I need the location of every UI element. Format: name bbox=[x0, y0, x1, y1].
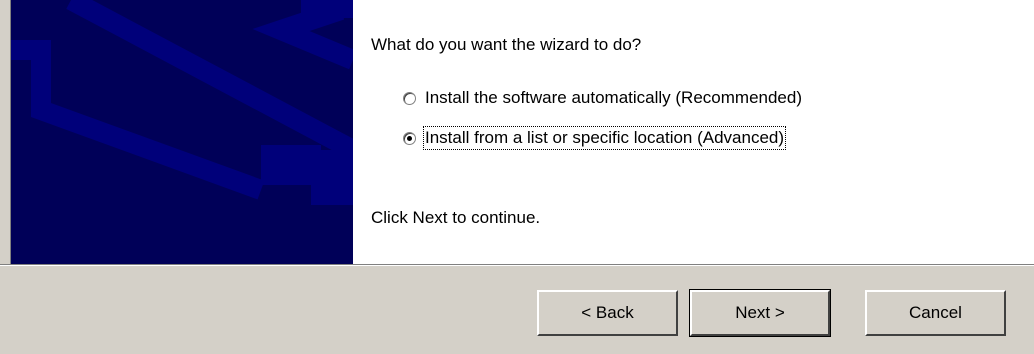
question-text: What do you want the wizard to do? bbox=[371, 35, 642, 54]
radio-button-advanced[interactable] bbox=[403, 131, 416, 145]
hint-text: Click Next to continue. bbox=[371, 208, 541, 227]
radio-label-advanced[interactable]: Install from a list or specific location… bbox=[422, 126, 787, 150]
cancel-button[interactable]: Cancel bbox=[865, 290, 1006, 336]
radio-option-advanced[interactable]: Install from a list or specific location… bbox=[403, 126, 787, 150]
button-area-separator bbox=[0, 264, 1034, 266]
wizard-banner-image bbox=[11, 0, 353, 264]
wizard-content-panel: What do you want the wizard to do? Insta… bbox=[353, 0, 1034, 264]
radio-label-auto[interactable]: Install the software automatically (Reco… bbox=[425, 88, 802, 108]
next-button[interactable]: Next > bbox=[689, 289, 831, 337]
back-button[interactable]: < Back bbox=[537, 290, 678, 336]
radio-button-auto[interactable] bbox=[403, 91, 416, 105]
dialog-edge bbox=[0, 0, 11, 265]
radio-option-auto[interactable]: Install the software automatically (Reco… bbox=[403, 88, 802, 108]
